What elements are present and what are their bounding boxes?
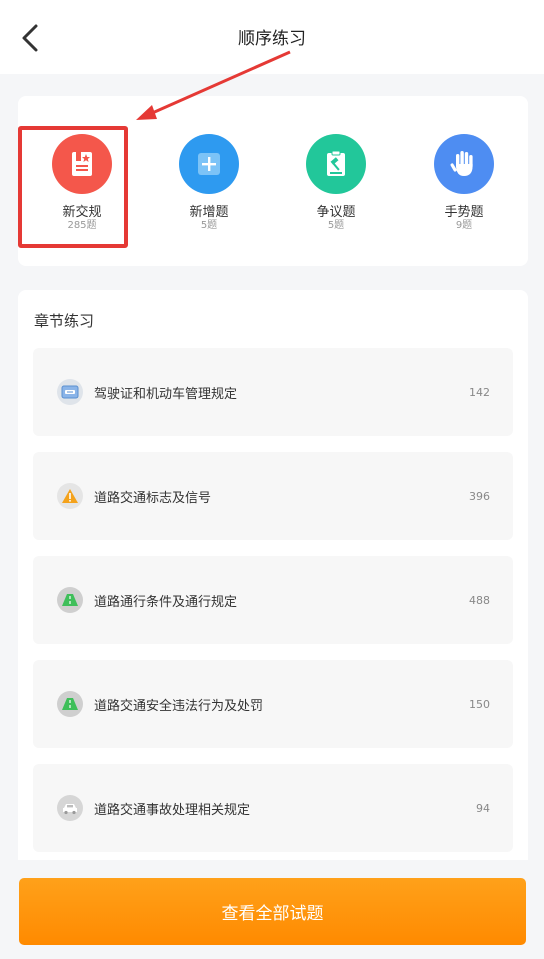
view-all-questions-button[interactable]: 查看全部试题 bbox=[19, 878, 526, 945]
hand-icon bbox=[434, 134, 494, 194]
category-name: 新增题 bbox=[189, 205, 229, 220]
chapter-count: 142 bbox=[469, 385, 490, 399]
chapter-label: 道路交通安全违法行为及处罚 bbox=[94, 698, 264, 714]
chapter-label: 道路交通事故处理相关规定 bbox=[94, 802, 251, 818]
header-bar: 顺序练习 bbox=[0, 0, 544, 74]
chapter-count: 488 bbox=[469, 593, 490, 607]
category-count: 5题 bbox=[200, 220, 218, 231]
page-title: 顺序练习 bbox=[238, 29, 306, 49]
chapter-item[interactable]: 驾驶证和机动车管理规定 142 bbox=[33, 348, 513, 436]
chapter-item[interactable]: 道路交通标志及信号 396 bbox=[33, 452, 513, 540]
chapter-item[interactable]: 道路交通安全违法行为及处罚 150 bbox=[33, 660, 513, 748]
category-name: 手势题 bbox=[444, 205, 484, 220]
chapter-label: 道路交通标志及信号 bbox=[94, 490, 212, 506]
gavel-clipboard-icon bbox=[306, 134, 366, 194]
category-count: 9题 bbox=[455, 220, 473, 231]
section-title: 章节练习 bbox=[34, 312, 95, 330]
license-card-icon bbox=[57, 379, 83, 405]
category-disputed[interactable]: 争议题 5题 bbox=[271, 134, 401, 232]
car-accident-icon bbox=[57, 795, 83, 821]
road-icon bbox=[57, 691, 83, 717]
chapter-label: 驾驶证和机动车管理规定 bbox=[94, 386, 238, 402]
chapter-item[interactable]: 道路通行条件及通行规定 488 bbox=[33, 556, 513, 644]
plus-box-icon bbox=[179, 134, 239, 194]
warning-sign-icon bbox=[57, 483, 83, 509]
category-count: 5题 bbox=[327, 220, 345, 231]
annotation-highlight-box bbox=[18, 126, 128, 248]
chapter-item[interactable]: 道路交通事故处理相关规定 94 bbox=[33, 764, 513, 852]
category-gestures[interactable]: 手势题 9题 bbox=[399, 134, 529, 232]
chapter-practice-card: 章节练习 驾驶证和机动车管理规定 142 道路交通标志及信号 396 道路通行条… bbox=[18, 290, 528, 880]
category-name: 争议题 bbox=[316, 205, 356, 220]
chapter-label: 道路通行条件及通行规定 bbox=[94, 594, 238, 610]
chapter-count: 94 bbox=[476, 801, 490, 815]
road-icon bbox=[57, 587, 83, 613]
category-new-questions[interactable]: 新增题 5题 bbox=[144, 134, 274, 232]
chapter-count: 150 bbox=[469, 697, 490, 711]
chapter-count: 396 bbox=[469, 489, 490, 503]
